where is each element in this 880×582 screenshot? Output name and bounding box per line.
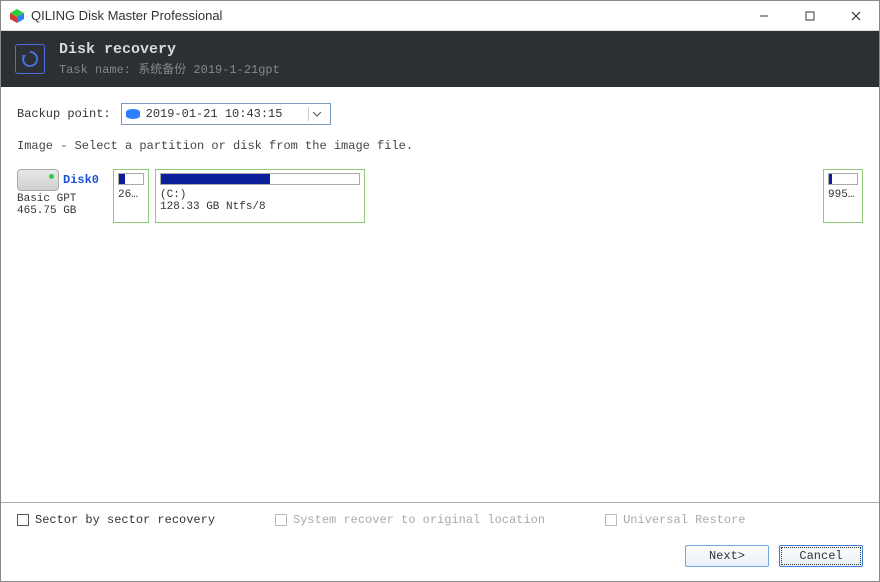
option-label: Sector by sector recovery: [35, 513, 215, 527]
window-controls: [741, 1, 879, 30]
disk-type: Basic GPT: [17, 193, 107, 205]
header-text: Disk recovery Task name: 系统备份 2019-1-21g…: [59, 41, 280, 77]
next-button[interactable]: Next>: [685, 545, 769, 567]
checkbox-icon: [17, 514, 29, 526]
drive-icon: [17, 169, 59, 191]
recovery-icon: [15, 44, 45, 74]
checkbox-icon: [275, 514, 287, 526]
universal-restore-checkbox: Universal Restore: [605, 513, 745, 527]
footer: Sector by sector recovery System recover…: [1, 502, 879, 581]
spacer: [371, 169, 817, 223]
checkbox-icon: [605, 514, 617, 526]
instruction-text: Image - Select a partition or disk from …: [17, 139, 863, 153]
options-row: Sector by sector recovery System recover…: [17, 513, 863, 527]
usage-bar: [118, 173, 144, 185]
titlebar: QILING Disk Master Professional: [1, 1, 879, 31]
backup-point-row: Backup point: 2019-01-21 10:43:15: [17, 103, 863, 125]
system-recover-checkbox: System recover to original location: [275, 513, 545, 527]
disk-size: 465.75 GB: [17, 205, 107, 217]
partition-drive-letter: (C:): [160, 189, 360, 201]
minimize-button[interactable]: [741, 1, 787, 30]
backup-point-value: 2019-01-21 10:43:15: [146, 107, 308, 121]
close-button[interactable]: [833, 1, 879, 30]
partition-label: 995...: [828, 189, 858, 201]
task-name-line: Task name: 系统备份 2019-1-21gpt: [59, 60, 280, 77]
partition-0[interactable]: 26...: [113, 169, 149, 223]
backup-point-label: Backup point:: [17, 107, 111, 121]
partition-2[interactable]: 995...: [823, 169, 863, 223]
disk-name: Disk0: [63, 173, 99, 187]
disk-row: Disk0 Basic GPT 465.75 GB 26... (C:) 128…: [17, 169, 863, 223]
page-title: Disk recovery: [59, 41, 280, 58]
app-cube-icon: [9, 8, 25, 24]
partition-1[interactable]: (C:) 128.33 GB Ntfs/8: [155, 169, 365, 223]
option-label: Universal Restore: [623, 513, 745, 527]
chevron-down-icon: [308, 107, 326, 121]
content-area: Backup point: 2019-01-21 10:43:15 Image …: [1, 87, 879, 502]
option-label: System recover to original location: [293, 513, 545, 527]
usage-bar: [160, 173, 360, 185]
app-title: QILING Disk Master Professional: [31, 8, 741, 23]
sector-by-sector-checkbox[interactable]: Sector by sector recovery: [17, 513, 215, 527]
disk-info[interactable]: Disk0 Basic GPT 465.75 GB: [17, 169, 107, 223]
partition-label: 26...: [118, 189, 144, 201]
buttons-row: Next> Cancel: [17, 545, 863, 567]
cancel-button[interactable]: Cancel: [779, 545, 863, 567]
header-bar: Disk recovery Task name: 系统备份 2019-1-21g…: [1, 31, 879, 87]
task-name: 系统备份 2019-1-21gpt: [138, 63, 280, 77]
task-label: Task name:: [59, 63, 131, 77]
maximize-button[interactable]: [787, 1, 833, 30]
disk-icon: [126, 109, 140, 119]
backup-point-select[interactable]: 2019-01-21 10:43:15: [121, 103, 331, 125]
partition-size-fs: 128.33 GB Ntfs/8: [160, 201, 360, 213]
usage-bar: [828, 173, 858, 185]
